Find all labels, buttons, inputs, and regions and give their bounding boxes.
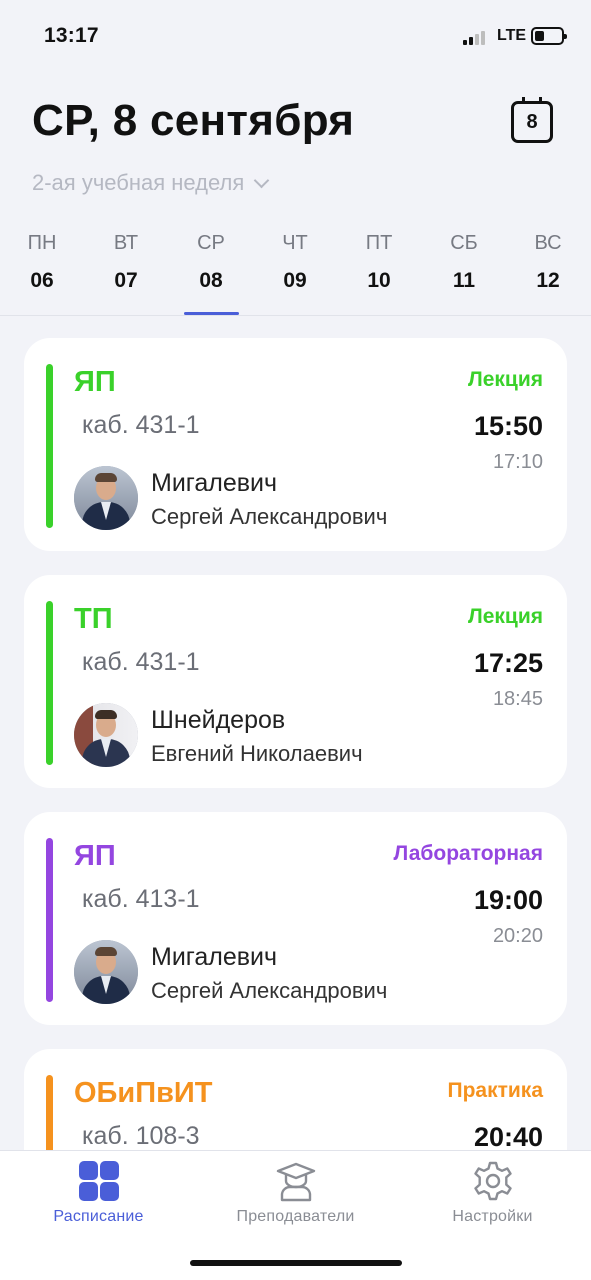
day-monday[interactable]: ПН 06: [7, 228, 77, 293]
week-label: 2-ая учебная неделя: [32, 170, 245, 195]
lesson-subject: ОБиПвИТ: [74, 1077, 213, 1109]
day-of-week: ПТ: [365, 232, 393, 254]
teacher-icon: [276, 1162, 315, 1202]
day-of-week: СР: [197, 232, 225, 254]
lesson-card[interactable]: ЯП Лекция каб. 431-1 15:50 17:10 Мигалев…: [24, 338, 567, 551]
lesson-color-bar: [46, 838, 53, 1002]
teacher-avatar: [74, 940, 138, 1004]
lesson-subject: ТП: [74, 603, 113, 635]
tab-label: Преподаватели: [236, 1208, 355, 1225]
day-of-week: ВТ: [113, 232, 139, 254]
day-tuesday[interactable]: ВТ 07: [91, 228, 161, 293]
home-indicator[interactable]: [190, 1260, 402, 1266]
battery-icon: [531, 27, 567, 45]
calendar-button[interactable]: 8: [511, 97, 553, 143]
lesson-color-bar: [46, 364, 53, 528]
day-of-week: СБ: [450, 232, 478, 254]
selected-day-indicator: [184, 312, 239, 315]
lesson-end-time: 17:10: [492, 451, 543, 473]
lesson-start-time: 17:25: [473, 648, 543, 678]
signal-icon: [463, 30, 493, 45]
lesson-start-time: 19:00: [473, 885, 543, 915]
day-sunday[interactable]: ВС 12: [513, 228, 583, 293]
tab-schedule[interactable]: Расписание: [0, 1151, 197, 1241]
day-number: 10: [367, 269, 391, 292]
lesson-start-time: 20:40: [473, 1122, 543, 1152]
day-number: 07: [114, 269, 138, 292]
teacher-first-name: Сергей Александрович: [151, 978, 388, 1003]
lesson-type: Практика: [447, 1079, 544, 1102]
day-number: 09: [283, 269, 307, 292]
lesson-subject: ЯП: [74, 840, 116, 872]
lesson-subject: ЯП: [74, 366, 116, 398]
lesson-card[interactable]: ТП Лекция каб. 431-1 17:25 18:45 Шнейдер…: [24, 575, 567, 788]
tab-label: Расписание: [53, 1208, 144, 1225]
day-of-week: ПН: [27, 232, 57, 254]
day-number: 11: [452, 269, 476, 292]
teacher-first-name: Сергей Александрович: [151, 504, 388, 529]
lesson-start-time: 15:50: [473, 411, 543, 441]
lesson-room: каб. 431-1: [82, 648, 200, 676]
lesson-type: Лекция: [468, 368, 543, 391]
lesson-type: Лекция: [468, 605, 543, 628]
week-selector[interactable]: 2-ая учебная неделя: [32, 170, 270, 196]
lesson-room: каб. 108-3: [82, 1122, 200, 1150]
page-title: СР, 8 сентября: [32, 96, 355, 145]
day-number: 12: [536, 269, 560, 292]
teacher-avatar: [74, 466, 138, 530]
status-time: 13:17: [44, 24, 99, 47]
day-number: 06: [30, 269, 54, 292]
teacher-last-name: Шнейдеров: [151, 706, 286, 734]
day-of-week: ЧТ: [282, 232, 308, 254]
day-saturday[interactable]: СБ 11: [429, 228, 499, 293]
schedule-screen: 13:17 LTE СР, 8 сентября 8 2-ая учебная …: [0, 0, 591, 1280]
gear-icon: [473, 1161, 512, 1201]
day-number: 08: [199, 269, 223, 292]
chevron-down-icon: [254, 172, 270, 188]
lesson-end-time: 20:20: [492, 925, 543, 947]
lesson-type: Лабораторная: [393, 842, 543, 865]
tab-teachers[interactable]: Преподаватели: [197, 1151, 394, 1241]
teacher-last-name: Мигалевич: [151, 943, 278, 971]
lesson-color-bar: [46, 601, 53, 765]
tab-label: Настройки: [452, 1208, 533, 1225]
day-friday[interactable]: ПТ 10: [344, 228, 414, 293]
status-bar: 13:17 LTE: [0, 0, 591, 72]
lesson-room: каб. 431-1: [82, 411, 200, 439]
lesson-end-time: 18:45: [492, 688, 543, 710]
schedule-grid-icon: [77, 1159, 121, 1203]
network-label: LTE: [497, 27, 527, 44]
lesson-card[interactable]: ЯП Лабораторная каб. 413-1 19:00 20:20 М…: [24, 812, 567, 1025]
teacher-first-name: Евгений Николаевич: [151, 741, 363, 766]
teacher-avatar: [74, 703, 138, 767]
day-strip: ПН 06 ВТ 07 СР 08 ЧТ 09 ПТ 10 СБ 11 ВС 1…: [0, 228, 591, 316]
day-of-week: ВС: [534, 232, 562, 254]
day-thursday[interactable]: ЧТ 09: [260, 228, 330, 293]
calendar-icon: 8: [526, 111, 538, 133]
lesson-room: каб. 413-1: [82, 885, 200, 913]
day-wednesday[interactable]: СР 08: [176, 228, 246, 293]
tab-settings[interactable]: Настройки: [394, 1151, 591, 1241]
teacher-last-name: Мигалевич: [151, 469, 278, 497]
